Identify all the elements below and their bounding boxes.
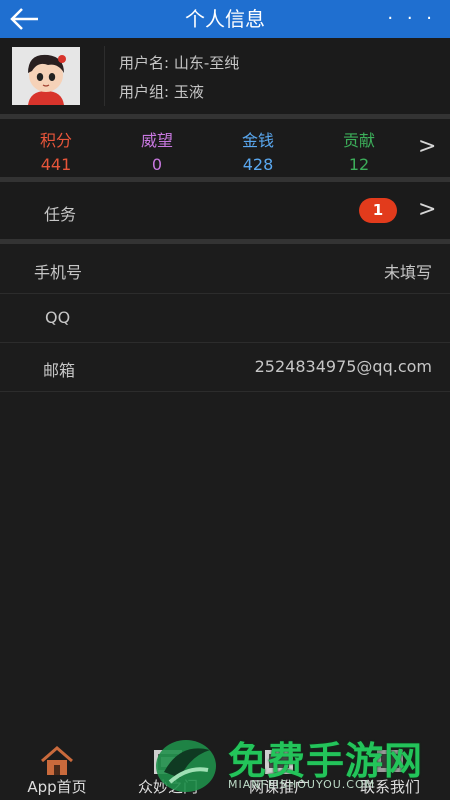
avatar[interactable] — [12, 47, 80, 105]
nav-label: 联系我们 — [359, 778, 420, 796]
page-title: 个人信息 — [185, 7, 265, 31]
nav-course[interactable]: 网课推广 — [234, 742, 324, 800]
stat-label: 金钱 — [241, 131, 274, 150]
user-group: 用户组: 玉液 — [119, 83, 204, 101]
nav-contact[interactable]: 联系我们 — [345, 742, 435, 800]
phone-row[interactable]: 手机号 未填写 — [0, 244, 450, 294]
bottom-navigation: App首页 众妙之门 网课推广 联系我们 — [0, 742, 450, 800]
chevron-right-icon[interactable]: > — [418, 134, 436, 159]
phone-label: 手机号 — [34, 263, 83, 282]
home-icon — [40, 746, 74, 776]
stat-points: 积分 441 — [21, 127, 91, 174]
profile-section: 用户名: 山东-至纯 用户组: 玉液 — [0, 38, 450, 114]
course-icon — [262, 746, 296, 776]
stat-value: 12 — [348, 155, 370, 174]
stats-row[interactable]: 积分 441 威望 0 金钱 428 贡献 12 > — [0, 119, 450, 177]
nav-gate[interactable]: 众妙之门 — [123, 742, 213, 800]
qq-row[interactable]: QQ — [0, 293, 450, 343]
stat-label: 积分 — [39, 131, 72, 150]
stat-value: 428 — [242, 155, 274, 174]
nav-label: 网课推广 — [248, 778, 309, 796]
divider — [104, 46, 105, 106]
gate-icon — [151, 746, 185, 776]
stat-label: 威望 — [140, 131, 173, 150]
qq-label: QQ — [45, 308, 71, 327]
email-row[interactable]: 邮箱 2524834975@qq.com — [0, 342, 450, 392]
nav-label: App首页 — [27, 778, 87, 796]
stat-value: 441 — [40, 155, 72, 174]
contact-icon — [373, 746, 407, 776]
stat-contribution: 贡献 12 — [324, 127, 394, 174]
task-row[interactable]: 任务 1 > — [0, 182, 450, 239]
email-value: 2524834975@qq.com — [254, 357, 432, 376]
stat-prestige: 威望 0 — [122, 127, 192, 174]
stat-value: 0 — [151, 155, 163, 174]
stat-money: 金钱 428 — [223, 127, 293, 174]
more-options-icon[interactable]: · · · — [387, 0, 436, 38]
task-count-badge: 1 — [359, 198, 397, 223]
top-app-bar: 个人信息 · · · — [0, 0, 450, 38]
stat-label: 贡献 — [342, 131, 375, 150]
phone-value: 未填写 — [383, 263, 432, 282]
username: 用户名: 山东-至纯 — [119, 54, 240, 72]
nav-label: 众妙之门 — [137, 778, 198, 796]
task-label: 任务 — [44, 205, 77, 224]
chevron-right-icon[interactable]: > — [418, 197, 436, 222]
nav-app-home[interactable]: App首页 — [12, 742, 102, 800]
email-label: 邮箱 — [43, 361, 76, 380]
